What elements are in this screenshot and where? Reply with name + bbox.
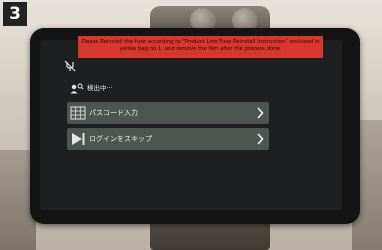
skip-icon xyxy=(72,133,85,145)
detecting-label: 検出中··· xyxy=(87,84,113,92)
chevron-right-icon xyxy=(257,133,264,145)
skip-login-button[interactable]: ログインをスキップ xyxy=(67,128,269,150)
chevron-right-icon xyxy=(257,107,264,119)
skip-login-label: ログインをスキップ xyxy=(89,135,152,143)
display-screen xyxy=(40,40,342,210)
detecting-status-row: 検出中··· xyxy=(70,82,113,94)
usb-disconnected-icon xyxy=(64,60,76,72)
user-search-icon xyxy=(70,83,84,93)
step-number-badge: 3 xyxy=(3,2,27,26)
passcode-input-button[interactable]: パスコード入力 xyxy=(67,102,269,124)
passcode-input-label: パスコード入力 xyxy=(89,109,138,117)
keypad-icon xyxy=(70,106,86,120)
warning-sticker: Please Reinstall the fuse according to "… xyxy=(78,36,323,58)
